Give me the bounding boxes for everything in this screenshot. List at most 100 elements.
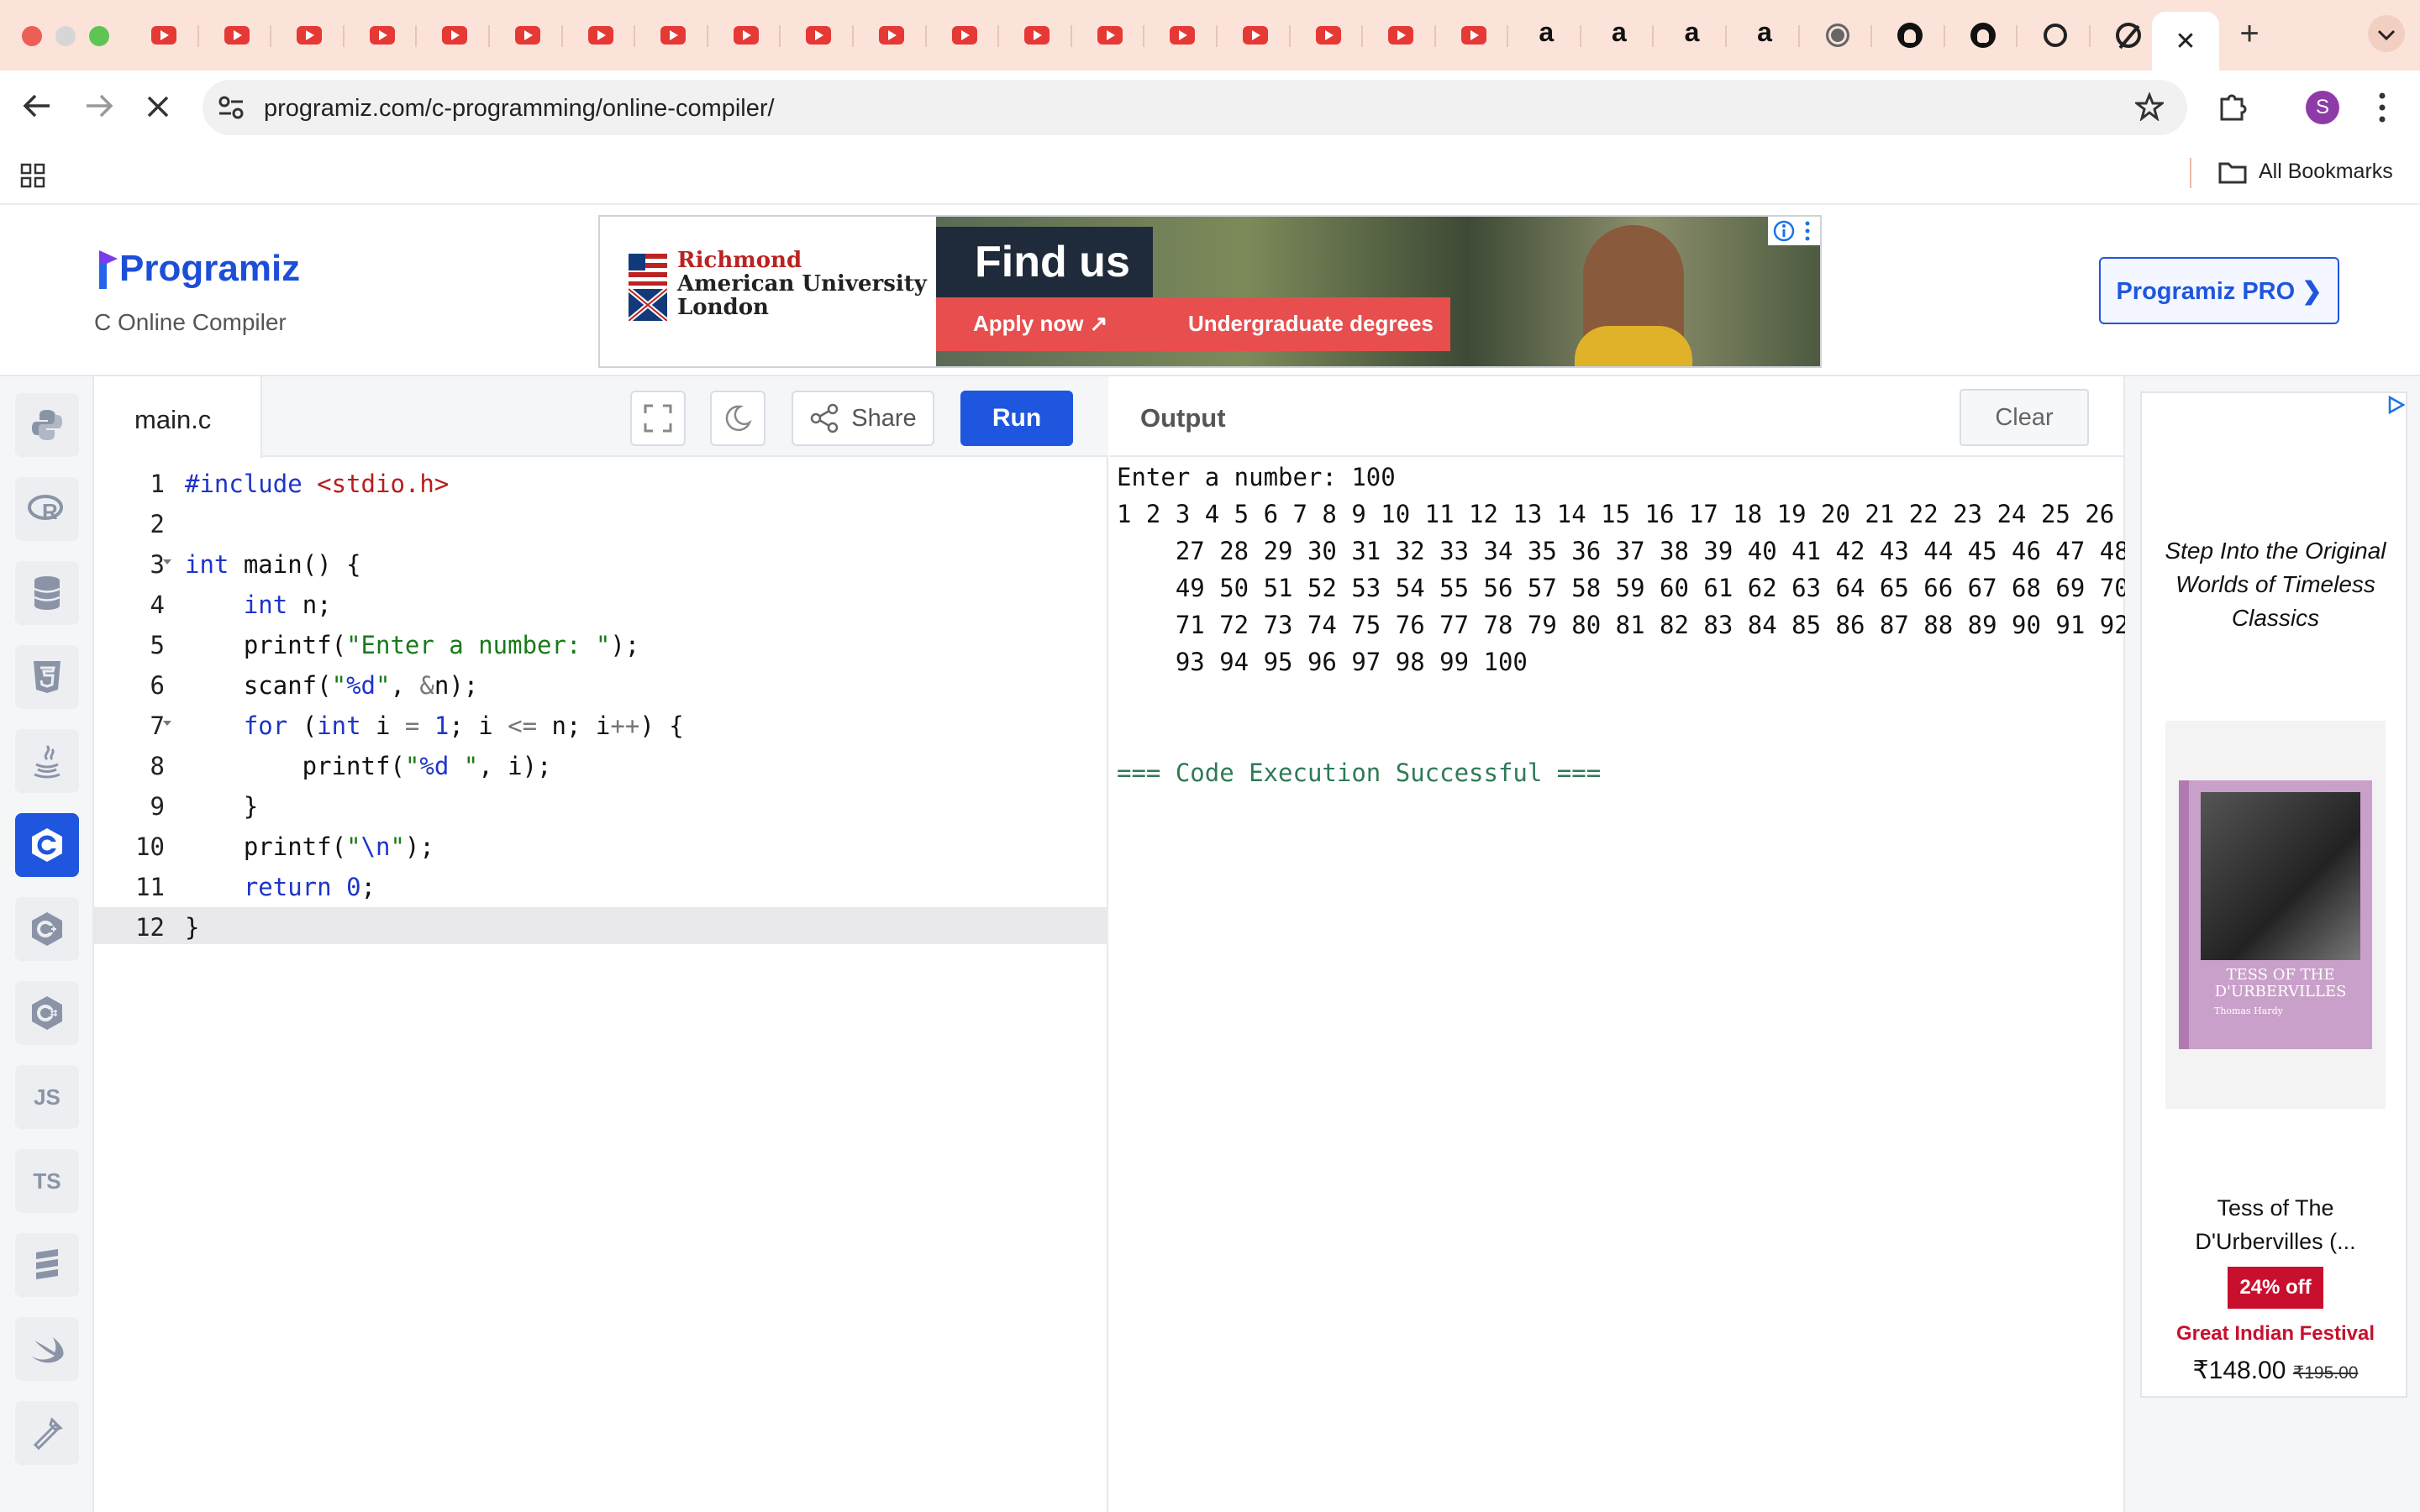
fold-arrow-icon[interactable]: [163, 721, 171, 726]
code-line[interactable]: }: [185, 907, 199, 944]
browser-tab-youtube[interactable]: [927, 12, 1000, 59]
language-html[interactable]: [15, 645, 79, 709]
product-name[interactable]: Tess of The D'Urbervilles (...: [2157, 1191, 2394, 1258]
globe-icon: [1825, 24, 1850, 47]
browser-tab-globe[interactable]: [1800, 12, 1873, 59]
close-tab-icon[interactable]: ✕: [2175, 27, 2196, 56]
kebab-menu-icon[interactable]: [2376, 91, 2388, 124]
browser-tab-youtube[interactable]: [1363, 12, 1436, 59]
fullscreen-button[interactable]: [630, 391, 686, 446]
amazon-icon: a: [1539, 17, 1555, 47]
share-button[interactable]: Share: [792, 391, 934, 446]
active-tab[interactable]: ✕: [2152, 12, 2219, 71]
code-line[interactable]: return 0;: [185, 867, 376, 904]
maximize-window-button[interactable]: [89, 26, 109, 46]
language-sql[interactable]: [15, 561, 79, 625]
line-number-text: 10: [135, 832, 165, 861]
new-tab-button[interactable]: +: [2233, 17, 2266, 50]
language-go[interactable]: [15, 1233, 79, 1297]
url-text[interactable]: programiz.com/c-programming/online-compi…: [264, 95, 775, 123]
browser-tab-amazon[interactable]: a: [1654, 12, 1728, 59]
language-cpp[interactable]: [15, 897, 79, 961]
code-line[interactable]: printf("Enter a number: ");: [185, 625, 639, 662]
browser-tab-github[interactable]: [1945, 12, 2018, 59]
stop-loading-button[interactable]: [138, 87, 178, 128]
amazon-icon: a: [1684, 17, 1700, 47]
book-cover-image[interactable]: TESS OF THE D'URBERVILLES Thomas Hardy: [2165, 721, 2386, 1109]
c-lang-icon: [32, 828, 62, 862]
browser-tab-youtube[interactable]: [708, 12, 781, 59]
browser-tab-youtube[interactable]: [1072, 12, 1145, 59]
browser-tab-youtube[interactable]: [1291, 12, 1364, 59]
code-line[interactable]: printf("%d ", i);: [185, 746, 552, 783]
browser-tab-youtube[interactable]: [345, 12, 418, 59]
info-icon[interactable]: [1773, 220, 1795, 242]
browser-tab-amazon[interactable]: a: [1727, 12, 1800, 59]
language-csharp[interactable]: [15, 981, 79, 1045]
file-tab-main-c[interactable]: main.c: [94, 376, 262, 459]
minimize-window-button[interactable]: [55, 26, 76, 46]
language-rust[interactable]: [15, 1401, 79, 1465]
js-icon: JS: [34, 1084, 60, 1110]
ad-choices-icon[interactable]: [2386, 395, 2406, 415]
address-bar[interactable]: programiz.com/c-programming/online-compi…: [203, 80, 2187, 135]
code-line[interactable]: int n;: [185, 585, 332, 622]
browser-tab-youtube[interactable]: [854, 12, 927, 59]
browser-tab-youtube[interactable]: [1218, 12, 1291, 59]
fold-arrow-icon[interactable]: [163, 559, 171, 564]
run-button[interactable]: Run: [960, 391, 1073, 446]
browser-tab-youtube[interactable]: [1144, 12, 1218, 59]
ad-choices[interactable]: [1768, 217, 1820, 245]
programiz-pro-button[interactable]: Programiz PRO ❯: [2099, 257, 2339, 324]
language-c[interactable]: [15, 813, 79, 877]
top-banner-ad[interactable]: Richmond American University London Find…: [598, 215, 1822, 368]
browser-tab-youtube[interactable]: [563, 12, 636, 59]
browser-tab-youtube[interactable]: [490, 12, 563, 59]
profile-avatar[interactable]: S: [2306, 91, 2339, 124]
language-swift[interactable]: [15, 1317, 79, 1381]
code-line[interactable]: int main() {: [185, 544, 361, 581]
book-ad-card[interactable]: Step Into the Original Worlds of Timeles…: [2140, 391, 2407, 1398]
browser-tab-youtube[interactable]: [781, 12, 854, 59]
browser-tab-youtube[interactable]: [126, 12, 199, 59]
star-icon[interactable]: [2135, 92, 2164, 121]
language-java[interactable]: [15, 729, 79, 793]
browser-tab-youtube[interactable]: [417, 12, 490, 59]
code-line[interactable]: for (int i = 1; i <= n; i++) {: [185, 706, 684, 743]
output-console[interactable]: Enter a number: 100 1 2 3 4 5 6 7 8 9 10 …: [1117, 459, 2129, 791]
code-line[interactable]: scanf("%d", &n);: [185, 665, 478, 702]
language-javascript[interactable]: JS: [15, 1065, 79, 1129]
language-r[interactable]: R: [15, 477, 79, 541]
back-button[interactable]: [17, 87, 57, 128]
browser-tab-youtube[interactable]: [999, 12, 1072, 59]
site-settings-icon[interactable]: [218, 95, 245, 120]
all-bookmarks-button[interactable]: All Bookmarks: [2218, 160, 2393, 184]
language-typescript[interactable]: TS: [15, 1149, 79, 1213]
ad-menu-icon[interactable]: [1803, 220, 1812, 242]
browser-tab-youtube[interactable]: [635, 12, 708, 59]
clear-button[interactable]: Clear: [1960, 389, 2089, 446]
code-line[interactable]: #include <stdio.h>: [185, 464, 449, 501]
browser-tab-youtube[interactable]: [1436, 12, 1509, 59]
ad-cta-band[interactable]: Apply now ↗ Undergraduate degrees: [936, 297, 1450, 351]
code-line[interactable]: printf("\n");: [185, 827, 434, 864]
dark-mode-toggle[interactable]: [710, 391, 765, 446]
close-window-button[interactable]: [22, 26, 42, 46]
browser-tab-github[interactable]: [1872, 12, 1945, 59]
ad-apply-now[interactable]: Apply now ↗: [973, 311, 1107, 337]
youtube-icon: [1170, 25, 1196, 45]
browser-tab-youtube[interactable]: [271, 12, 345, 59]
language-python[interactable]: [15, 393, 79, 457]
tab-search-button[interactable]: [2368, 15, 2405, 52]
fullscreen-icon: [644, 404, 672, 433]
code-line[interactable]: }: [185, 786, 258, 823]
programiz-logo[interactable]: Programiz: [96, 247, 300, 291]
python-icon: [32, 410, 62, 440]
browser-tab-amazon[interactable]: a: [1581, 12, 1655, 59]
browser-tab-openai[interactable]: [2018, 12, 2091, 59]
apps-grid-icon[interactable]: [20, 163, 45, 188]
browser-tab-youtube[interactable]: [199, 12, 272, 59]
browser-tab-amazon[interactable]: a: [1508, 12, 1581, 59]
extensions-icon[interactable]: [2217, 91, 2249, 123]
forward-button[interactable]: [79, 87, 119, 128]
